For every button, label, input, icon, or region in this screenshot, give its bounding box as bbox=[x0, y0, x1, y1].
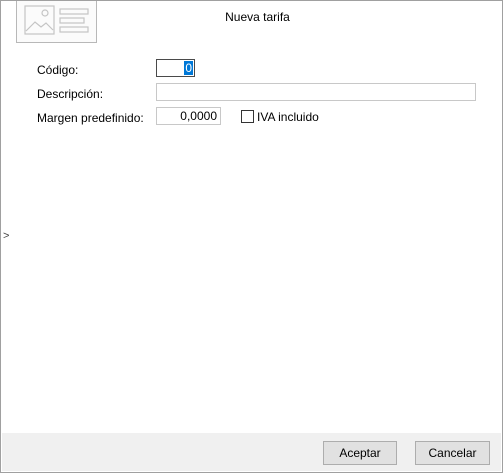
descripcion-label: Descripción: bbox=[37, 87, 104, 101]
accept-button[interactable]: Aceptar bbox=[323, 441, 397, 465]
codigo-input[interactable]: 0 bbox=[156, 59, 195, 77]
chevron-right-icon[interactable]: > bbox=[3, 230, 9, 242]
descripcion-input[interactable] bbox=[156, 83, 476, 101]
codigo-value: 0 bbox=[184, 61, 193, 75]
dialog-window: Nueva tarifa Código: 0 Descripción: Marg… bbox=[0, 0, 503, 473]
dialog-title: Nueva tarifa bbox=[225, 10, 290, 24]
cancel-button[interactable]: Cancelar bbox=[415, 441, 490, 465]
codigo-label: Código: bbox=[37, 63, 79, 77]
iva-checkbox[interactable] bbox=[241, 110, 254, 123]
margen-input[interactable]: 0,0000 bbox=[156, 107, 221, 125]
iva-checkbox-label[interactable]: IVA incluido bbox=[257, 110, 319, 124]
margen-label: Margen predefinido: bbox=[37, 111, 144, 125]
